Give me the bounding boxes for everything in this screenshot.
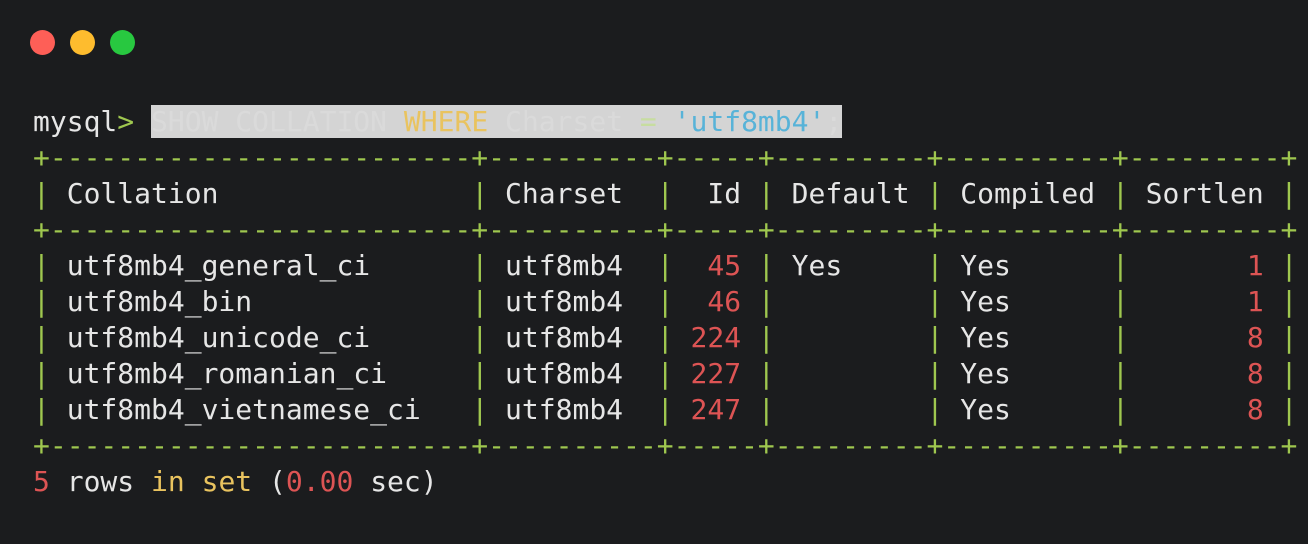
minimize-window-button[interactable] [70, 30, 95, 55]
query-keyword-show-collation: SHOW COLLATION [151, 105, 388, 138]
cell-sortlen: 1 [1246, 285, 1264, 318]
terminal-output: mysql> SHOW COLLATION WHERE Charset = 'u… [33, 104, 1297, 500]
cell-collation: utf8mb4_bin [66, 285, 253, 318]
query-time: 0.00 [285, 465, 354, 498]
cell-compiled: Yes [960, 321, 1011, 354]
table-row: | utf8mb4_unicode_ci | utf8mb4 | 224 | |… [33, 321, 1298, 354]
table-row: | utf8mb4_general_ci | utf8mb4 | 45 | Ye… [33, 249, 1298, 282]
cell-sortlen: 1 [1246, 249, 1264, 282]
header-charset: Charset [505, 177, 624, 210]
query-keyword-where: WHERE [403, 105, 489, 138]
query-string-literal: 'utf8mb4' [673, 105, 826, 138]
cell-sortlen: 8 [1246, 357, 1264, 390]
cell-id: 46 [707, 285, 742, 318]
cell-default: Yes [791, 249, 843, 282]
table-row: | utf8mb4_vietnamese_ci | utf8mb4 | 247 … [33, 393, 1298, 426]
result-summary: 5 rows in set (0.00 sec) [33, 464, 1297, 500]
header-collation: Collation [66, 177, 219, 210]
summary-word-in: in [151, 465, 185, 498]
cell-charset: utf8mb4 [505, 249, 624, 282]
cell-id: 247 [690, 393, 742, 426]
cell-charset: utf8mb4 [505, 357, 624, 390]
summary-paren-open: ( [269, 465, 286, 498]
summary-word-set: set [201, 465, 253, 498]
summary-word-rows: rows [66, 465, 135, 498]
query-terminator: ; [825, 105, 843, 138]
table-header-row: | Collation | Charset | Id | Default | C… [33, 177, 1298, 210]
cell-charset: utf8mb4 [505, 393, 624, 426]
prompt-arrow: > [117, 105, 135, 138]
header-sortlen: Sortlen [1145, 177, 1264, 210]
cell-compiled: Yes [960, 285, 1011, 318]
cell-sortlen: 8 [1246, 321, 1264, 354]
query-identifier: Charset [505, 105, 624, 138]
cell-charset: utf8mb4 [505, 321, 624, 354]
cell-charset: utf8mb4 [505, 285, 624, 318]
cell-id: 45 [707, 249, 742, 282]
cell-id: 227 [690, 357, 742, 390]
prompt-label: mysql [33, 105, 118, 138]
header-id: Id [707, 177, 742, 210]
row-count: 5 [33, 465, 50, 498]
cell-collation: utf8mb4_unicode_ci [66, 321, 371, 354]
selected-query[interactable]: SHOW COLLATION WHERE Charset = 'utf8mb4'… [151, 105, 843, 138]
header-default: Default [791, 177, 910, 210]
cell-collation: utf8mb4_vietnamese_ci [66, 393, 421, 426]
table-row: | utf8mb4_bin | utf8mb4 | 46 | | Yes | 1… [33, 285, 1298, 318]
query-operator: = [639, 105, 657, 138]
table-border-bottom: +-------------------------+----------+--… [33, 429, 1298, 462]
cell-collation: utf8mb4_general_ci [66, 249, 371, 282]
zoom-window-button[interactable] [110, 30, 135, 55]
cell-collation: utf8mb4_romanian_ci [66, 357, 388, 390]
close-window-button[interactable] [30, 30, 55, 55]
table-row: | utf8mb4_romanian_ci | utf8mb4 | 227 | … [33, 357, 1298, 390]
cell-sortlen: 8 [1246, 393, 1264, 426]
header-compiled: Compiled [960, 177, 1096, 210]
table-border-top: +-------------------------+----------+--… [33, 141, 1298, 174]
cell-compiled: Yes [960, 249, 1011, 282]
command-line: mysql> SHOW COLLATION WHERE Charset = 'u… [33, 104, 1297, 140]
cell-compiled: Yes [960, 357, 1011, 390]
cell-compiled: Yes [960, 393, 1011, 426]
cell-id: 224 [690, 321, 742, 354]
summary-unit: sec) [370, 465, 438, 498]
table-border-header: +-------------------------+----------+--… [33, 213, 1298, 246]
